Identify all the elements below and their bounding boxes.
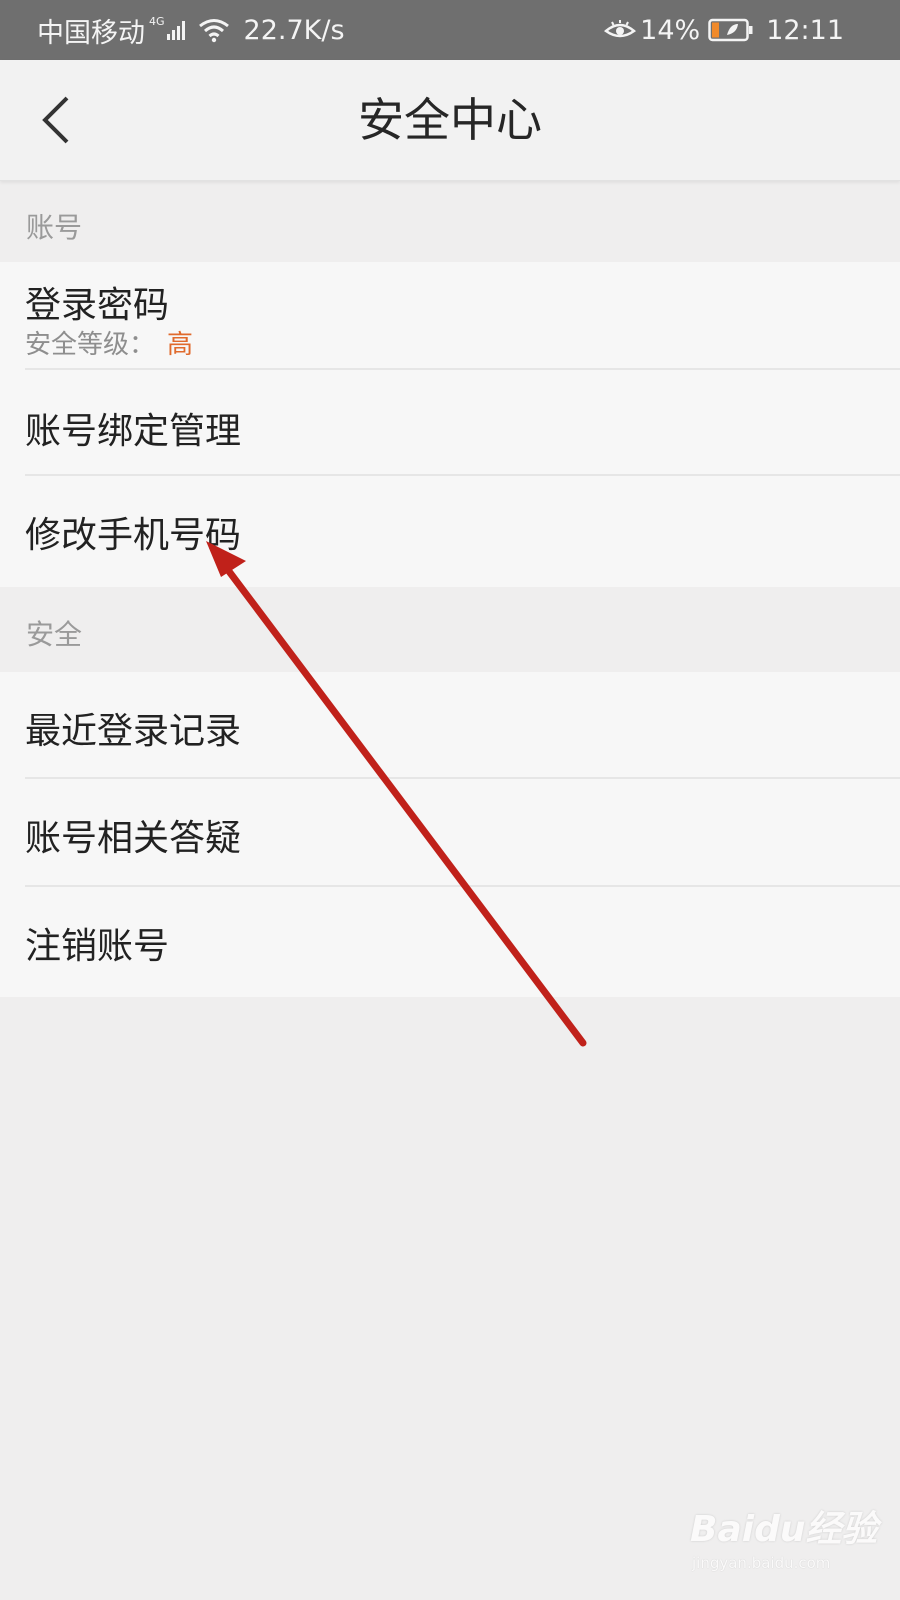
battery-icon: [708, 18, 754, 42]
status-bar-left: 中国移动 4G 22.7K/s: [37, 0, 345, 60]
carrier-name: 中国移动: [37, 17, 145, 49]
wifi-icon: [198, 17, 230, 43]
status-time: 12:11: [766, 14, 844, 46]
section-header-account: 账号: [26, 211, 83, 244]
battery-percent: 14%: [640, 14, 701, 46]
item-label: 修改手机号码: [25, 515, 242, 556]
account-list: 登录密码 安全等级：高 账号绑定管理 修改手机号码: [0, 262, 900, 587]
list-item-account-binding[interactable]: 账号绑定管理: [0, 370, 900, 476]
list-item-delete-account[interactable]: 注销账号: [0, 887, 900, 997]
nav-bar: 安全中心: [0, 60, 900, 181]
network-type: 4G: [149, 15, 165, 28]
list-item-recent-logins[interactable]: 最近登录记录: [0, 672, 900, 779]
security-level-value: 高: [167, 330, 194, 360]
page-title: 安全中心: [358, 93, 542, 147]
section-header-security: 安全: [26, 618, 83, 651]
eye-care-icon: [604, 19, 637, 41]
network-speed: 22.7K/s: [243, 14, 345, 46]
list-item-login-password[interactable]: 登录密码 安全等级：高: [0, 262, 900, 370]
item-label: 账号绑定管理: [25, 411, 242, 452]
signal-icon: [166, 19, 188, 41]
status-bar-right: 14% 12:11: [604, 0, 844, 60]
status-bar: 中国移动 4G 22.7K/s 14% 12:11: [0, 0, 900, 60]
item-label: 最近登录记录: [25, 711, 242, 752]
watermark-url: jingyan.baidu.com: [692, 1554, 831, 1572]
security-level-label: 安全等级：高: [25, 330, 194, 360]
security-list: 最近登录记录 账号相关答疑 注销账号: [0, 672, 900, 997]
baidu-jingyan-watermark: Baidu经验 jingyan.baidu.com: [690, 1500, 890, 1590]
list-item-change-phone[interactable]: 修改手机号码: [0, 476, 900, 587]
list-item-account-faq[interactable]: 账号相关答疑: [0, 779, 900, 887]
watermark-logo: Baidu经验: [690, 1509, 878, 1550]
item-label: 登录密码: [25, 285, 170, 326]
item-label: 账号相关答疑: [25, 818, 242, 859]
item-label: 注销账号: [25, 926, 170, 967]
